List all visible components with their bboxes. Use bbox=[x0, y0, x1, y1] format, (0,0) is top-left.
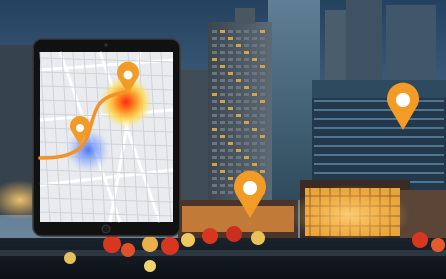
tablet-home-button bbox=[101, 224, 111, 234]
tablet-device bbox=[32, 38, 181, 237]
central-tower bbox=[208, 8, 272, 200]
scene bbox=[0, 0, 446, 279]
tablet-camera bbox=[104, 43, 108, 47]
glass-office bbox=[312, 80, 446, 190]
